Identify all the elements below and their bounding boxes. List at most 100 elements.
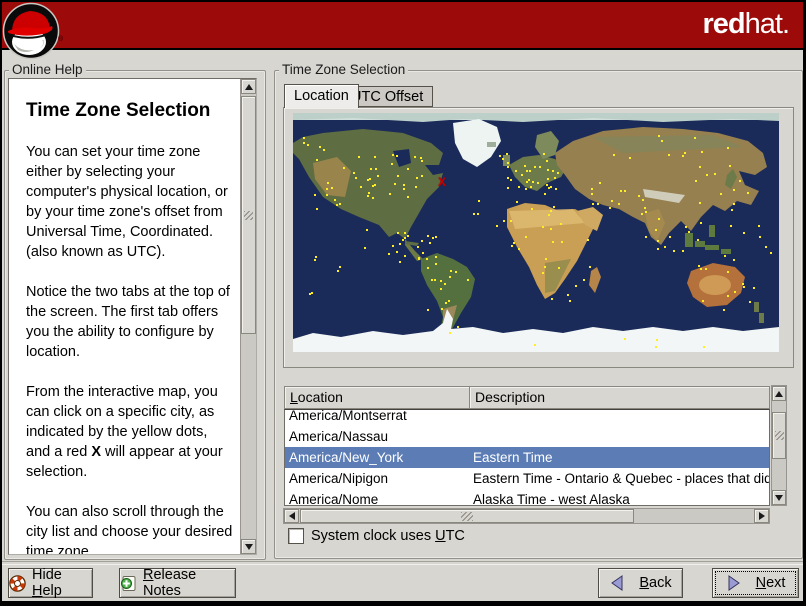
city-dot[interactable]: [449, 332, 451, 334]
city-dot[interactable]: [449, 276, 451, 278]
city-dot[interactable]: [397, 175, 399, 177]
city-dot[interactable]: [421, 240, 423, 242]
city-dot[interactable]: [611, 200, 613, 202]
city-dot[interactable]: [724, 255, 726, 257]
city-dot[interactable]: [539, 166, 541, 168]
city-dot[interactable]: [525, 236, 527, 238]
city-dot[interactable]: [547, 169, 549, 171]
city-dot[interactable]: [546, 184, 548, 186]
city-dot[interactable]: [558, 267, 560, 269]
city-dot[interactable]: [705, 268, 707, 270]
city-dot[interactable]: [319, 146, 321, 148]
city-dot[interactable]: [360, 186, 362, 188]
tab-location[interactable]: Location: [284, 84, 359, 108]
city-dot[interactable]: [394, 183, 396, 185]
city-dot[interactable]: [629, 157, 631, 159]
city-dot[interactable]: [515, 170, 517, 172]
city-dot[interactable]: [682, 250, 684, 252]
list-scroll-up-icon[interactable]: [772, 386, 786, 401]
city-dot[interactable]: [552, 241, 554, 243]
city-dot[interactable]: [575, 285, 577, 287]
city-dot[interactable]: [731, 209, 733, 211]
city-dot[interactable]: [399, 261, 401, 263]
city-dot[interactable]: [546, 160, 548, 162]
city-dot[interactable]: [388, 253, 390, 255]
city-dot[interactable]: [655, 229, 657, 231]
city-dot[interactable]: [727, 271, 729, 273]
city-dot[interactable]: [404, 232, 406, 234]
help-scroll-down-icon[interactable]: [241, 539, 256, 554]
city-dot[interactable]: [587, 239, 589, 241]
city-dot[interactable]: [467, 279, 469, 281]
city-dot[interactable]: [507, 187, 509, 189]
city-dot[interactable]: [542, 226, 544, 228]
city-dot[interactable]: [323, 149, 325, 151]
city-dot[interactable]: [703, 346, 705, 348]
list-scroll-thumb[interactable]: [772, 412, 786, 459]
city-dot[interactable]: [753, 287, 755, 289]
city-dot[interactable]: [534, 166, 536, 168]
city-dot[interactable]: [402, 239, 404, 241]
city-dot[interactable]: [391, 163, 393, 165]
city-dot[interactable]: [733, 203, 735, 205]
city-dot[interactable]: [657, 240, 659, 242]
city-dot[interactable]: [592, 203, 594, 205]
city-dot[interactable]: [407, 196, 409, 198]
city-dot[interactable]: [375, 168, 377, 170]
city-dot[interactable]: [758, 225, 760, 227]
city-dot[interactable]: [314, 194, 316, 196]
city-dot[interactable]: [326, 188, 328, 190]
city-dot[interactable]: [343, 167, 345, 169]
city-dot[interactable]: [597, 203, 599, 205]
city-dot[interactable]: [701, 151, 703, 153]
city-dot[interactable]: [435, 263, 437, 265]
city-dot[interactable]: [700, 268, 702, 270]
city-dot[interactable]: [699, 202, 701, 204]
table-row[interactable]: America/Nome Alaska Time - west Alaska: [285, 489, 769, 505]
city-dot[interactable]: [399, 243, 401, 245]
city-dot[interactable]: [415, 186, 417, 188]
table-row[interactable]: America/Montserrat: [285, 410, 769, 426]
city-dot[interactable]: [620, 190, 622, 192]
city-dot[interactable]: [404, 255, 406, 257]
city-dot[interactable]: [655, 346, 657, 348]
city-dot[interactable]: [448, 300, 450, 302]
city-dot[interactable]: [694, 137, 696, 139]
world-map[interactable]: X: [293, 113, 779, 352]
list-scroll-right-icon[interactable]: [754, 509, 769, 523]
timezone-list[interactable]: America/Montserrat America/Nassau Americ…: [284, 409, 770, 506]
city-dot[interactable]: [727, 295, 729, 297]
city-dot[interactable]: [723, 309, 725, 311]
city-dot[interactable]: [403, 184, 405, 186]
city-dot[interactable]: [366, 229, 368, 231]
help-scroll-thumb[interactable]: [241, 96, 256, 334]
city-dot[interactable]: [396, 155, 398, 157]
city-dot[interactable]: [307, 144, 309, 146]
city-dot[interactable]: [765, 246, 767, 248]
city-dot[interactable]: [518, 186, 520, 188]
city-dot[interactable]: [638, 195, 640, 197]
city-dot[interactable]: [427, 309, 429, 311]
city-dot[interactable]: [510, 220, 512, 222]
city-dot[interactable]: [524, 165, 526, 167]
city-dot[interactable]: [303, 137, 305, 139]
city-dot[interactable]: [418, 257, 420, 259]
city-dot[interactable]: [583, 279, 585, 281]
city-dot[interactable]: [532, 181, 534, 183]
city-dot[interactable]: [368, 192, 370, 194]
city-dot[interactable]: [743, 286, 745, 288]
city-dot[interactable]: [455, 271, 457, 273]
city-dot[interactable]: [567, 294, 569, 296]
city-dot[interactable]: [699, 166, 701, 168]
city-dot[interactable]: [545, 258, 547, 260]
city-dot[interactable]: [618, 203, 620, 205]
city-dot[interactable]: [421, 175, 423, 177]
list-scrollbar-horizontal[interactable]: [283, 508, 770, 524]
city-dot[interactable]: [656, 339, 658, 341]
city-dot[interactable]: [407, 235, 409, 237]
city-dot[interactable]: [730, 225, 732, 227]
city-dot[interactable]: [550, 186, 552, 188]
utc-checkbox-label[interactable]: System clock uses UTC: [311, 528, 465, 544]
city-dot[interactable]: [331, 187, 333, 189]
city-dot[interactable]: [609, 207, 611, 209]
